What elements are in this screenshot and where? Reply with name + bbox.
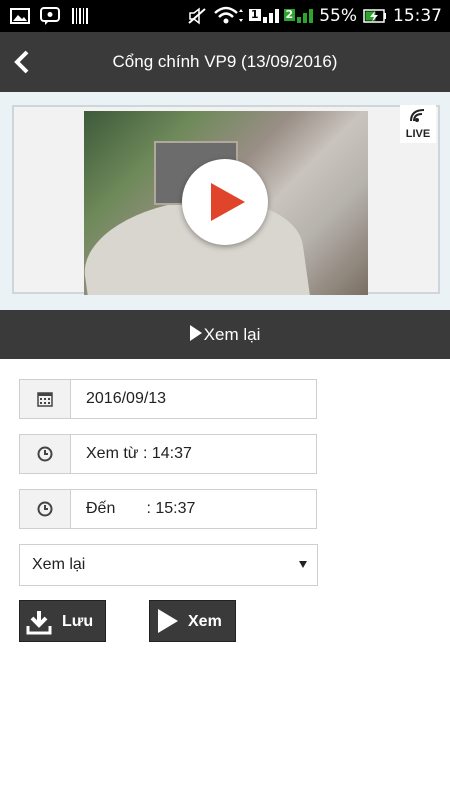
clock-icon — [37, 501, 53, 517]
image-icon — [10, 8, 30, 24]
status-bar: 1 2 55% 15:37 — [0, 0, 450, 32]
sim1-badge: 1 — [248, 8, 261, 21]
clock-icon — [37, 446, 53, 462]
date-value: 2016/09/13 — [86, 390, 167, 407]
calendar-icon — [37, 392, 53, 407]
mode-select[interactable]: Xem lại — [19, 544, 318, 586]
to-time-value: Đến : 15:37 — [86, 500, 196, 517]
battery-percent: 55% — [319, 6, 357, 26]
view-label: Xem — [188, 613, 222, 630]
clock: 15:37 — [393, 6, 442, 26]
app-bar: Cổng chính VP9 (13/09/2016) — [0, 32, 450, 92]
save-button[interactable]: Lưu — [19, 600, 106, 642]
wifi-icon — [214, 6, 243, 24]
notification-icons — [10, 7, 90, 25]
barcode-icon — [72, 8, 88, 24]
broadcast-icon — [410, 109, 425, 122]
video-player[interactable]: LIVE — [12, 105, 440, 295]
live-button[interactable]: LIVE — [400, 105, 436, 143]
system-status: 1 2 55% 15:37 — [187, 0, 442, 32]
mode-select-value: Xem lại — [32, 556, 86, 573]
save-label: Lưu — [62, 613, 94, 630]
view-button[interactable]: Xem — [149, 600, 236, 642]
chevron-left-icon — [14, 50, 29, 74]
download-icon — [26, 611, 52, 635]
replay-bar-button[interactable]: Xem lại — [0, 310, 450, 359]
from-clock-addon — [20, 435, 71, 473]
play-icon — [211, 183, 245, 221]
date-field[interactable]: 2016/09/13 — [19, 379, 317, 419]
page-title: Cổng chính VP9 (13/09/2016) — [112, 52, 338, 71]
play-button[interactable] — [182, 159, 268, 245]
to-clock-addon — [20, 490, 71, 528]
to-time-field[interactable]: Đến : 15:37 — [19, 489, 317, 529]
live-label: LIVE — [405, 128, 431, 140]
caret-down-icon — [299, 561, 307, 568]
replay-bar-label: Xem lại — [203, 325, 261, 344]
from-time-value: Xem từ : 14:37 — [86, 445, 192, 462]
mute-icon — [188, 7, 206, 25]
video-area: LIVE — [0, 92, 450, 310]
play-icon — [158, 609, 178, 633]
play-icon — [189, 325, 202, 341]
sim2-badge: 2 — [283, 8, 296, 21]
chat-icon — [40, 7, 60, 25]
calendar-addon — [20, 380, 71, 418]
signal-icon: 1 2 — [248, 8, 314, 23]
from-time-field[interactable]: Xem từ : 14:37 — [19, 434, 317, 474]
battery-charging-icon — [363, 9, 386, 23]
back-button[interactable] — [10, 48, 36, 76]
